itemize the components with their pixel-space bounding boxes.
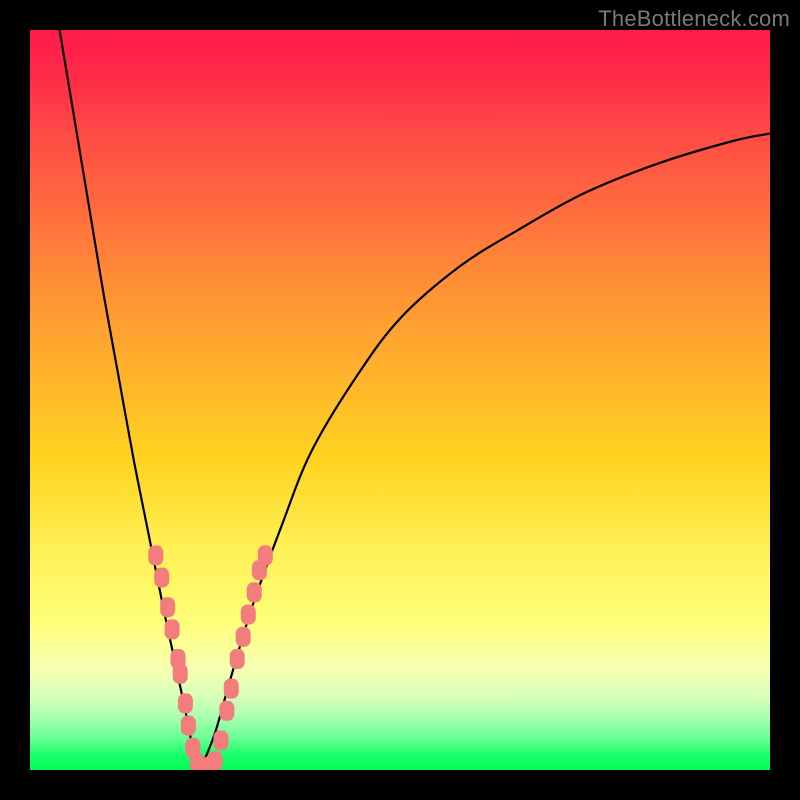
marker-dot (208, 751, 223, 770)
marker-dot (236, 627, 251, 647)
marker-dot (160, 597, 175, 617)
marker-dot (219, 701, 234, 721)
marker-dot (181, 716, 196, 736)
marker-dot (213, 730, 228, 750)
watermark-text: TheBottleneck.com (598, 6, 790, 32)
marker-dot (241, 605, 256, 625)
marker-dot (148, 545, 163, 565)
marker-dot (165, 619, 180, 639)
marker-dot (224, 679, 239, 699)
marker-dot (173, 664, 188, 684)
marker-dot (258, 545, 273, 565)
curve-layer (30, 30, 770, 770)
data-markers (148, 545, 273, 770)
marker-dot (247, 582, 262, 602)
right-branch-curve (200, 134, 770, 770)
marker-dot (230, 649, 245, 669)
chart-frame: TheBottleneck.com (0, 0, 800, 800)
plot-area (30, 30, 770, 770)
marker-dot (154, 568, 169, 588)
marker-dot (178, 693, 193, 713)
